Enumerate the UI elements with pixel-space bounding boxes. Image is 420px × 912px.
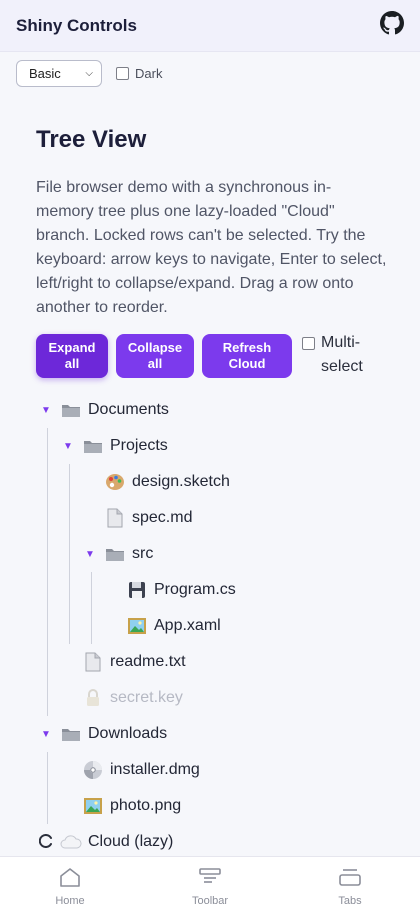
chevron-down-icon[interactable]: ▼ — [60, 441, 76, 452]
tree-row-label: installer.dmg — [110, 761, 200, 778]
tree-row-label: Cloud (lazy) — [88, 833, 174, 850]
github-icon[interactable] — [380, 11, 404, 40]
loading-spinner-icon — [38, 833, 54, 851]
bottom-tab-bar: Home Toolbar Tabs — [0, 856, 420, 912]
tabs-icon — [339, 867, 361, 892]
theme-controls: Basic ⌵ Dark — [16, 60, 162, 87]
app-header: Shiny Controls — [0, 0, 420, 52]
theme-select[interactable]: Basic ⌵ — [16, 60, 102, 87]
folder-icon — [104, 544, 126, 564]
folder-icon — [82, 436, 104, 456]
chevron-down-icon: ⌵ — [85, 68, 93, 79]
cloud-icon — [60, 832, 82, 852]
tree-row[interactable]: App.xaml — [104, 608, 221, 644]
lock-icon — [82, 688, 104, 708]
chevron-down-icon[interactable]: ▼ — [38, 405, 54, 416]
tree-guide-line — [69, 464, 70, 644]
page-title: Tree View — [36, 126, 147, 153]
disc-icon — [82, 760, 104, 780]
palette-icon — [104, 472, 126, 492]
tree-guide-line — [47, 752, 48, 824]
tab-toolbar-label: Toolbar — [191, 895, 229, 907]
tree-row[interactable]: design.sketch — [82, 464, 230, 500]
tree-row-label: App.xaml — [154, 617, 221, 634]
tree-row-label: Downloads — [88, 725, 168, 742]
tree-actions: Expand all Collapse all Refresh Cloud Mu… — [36, 334, 381, 379]
chevron-down-icon[interactable]: ▼ — [82, 549, 98, 560]
document-icon — [104, 508, 126, 528]
home-icon — [59, 867, 81, 892]
expand-all-button[interactable]: Expand all — [36, 334, 108, 378]
tab-home[interactable]: Home — [20, 857, 120, 912]
tree-row-label: Program.cs — [154, 581, 236, 598]
tree-row[interactable]: installer.dmg — [60, 752, 200, 788]
tab-home-label: Home — [55, 895, 85, 907]
tree-row[interactable]: photo.png — [60, 788, 181, 824]
picture-icon — [126, 616, 148, 636]
tree-row[interactable]: ▼ Documents — [38, 392, 169, 428]
tree-row-label: secret.key — [110, 689, 183, 706]
tree-row[interactable]: readme.txt — [60, 644, 186, 680]
dark-checkbox-label: Dark — [135, 66, 163, 81]
tree-row[interactable]: Cloud (lazy) — [38, 824, 173, 860]
folder-icon — [60, 400, 82, 420]
refresh-cloud-button[interactable]: Refresh Cloud — [202, 334, 292, 378]
dark-checkbox[interactable]: Dark — [116, 66, 162, 81]
floppy-disk-icon — [126, 580, 148, 600]
tree-row[interactable]: ▼ src — [82, 536, 153, 572]
toolbar-icon — [199, 867, 221, 892]
chevron-down-icon[interactable]: ▼ — [38, 729, 54, 740]
collapse-all-button[interactable]: Collapse all — [116, 334, 194, 378]
tree-row-label: Documents — [88, 401, 169, 418]
multi-select-label: Multi-select — [321, 334, 363, 375]
tree-row-label: photo.png — [110, 797, 182, 814]
multi-select-checkbox[interactable]: Multi-select — [302, 331, 381, 379]
tree-row-label: readme.txt — [110, 653, 186, 670]
picture-icon — [82, 796, 104, 816]
tab-tabs-label: Tabs — [338, 895, 362, 907]
tree-guide-line — [91, 572, 92, 644]
tree-row[interactable]: ▼ Downloads — [38, 716, 167, 752]
tree-row[interactable]: Program.cs — [104, 572, 236, 608]
page-description: File browser demo with a synchronous in-… — [36, 179, 387, 316]
tree-row[interactable]: ▼ Projects — [60, 428, 168, 464]
tab-tabs[interactable]: Tabs — [300, 857, 400, 912]
tree-row-label: Projects — [110, 437, 168, 454]
folder-icon — [60, 724, 82, 744]
tree-row-label: src — [132, 545, 154, 562]
tree-row-locked: secret.key — [60, 680, 183, 716]
multi-select-checkbox-box[interactable] — [302, 337, 315, 350]
tree-row[interactable]: spec.md — [82, 500, 192, 536]
theme-select-value: Basic — [29, 66, 61, 81]
tree-row-label: design.sketch — [132, 473, 230, 490]
dark-checkbox-box[interactable] — [116, 67, 129, 80]
app-title: Shiny Controls — [16, 15, 137, 35]
tab-toolbar[interactable]: Toolbar — [160, 857, 260, 912]
tree-row-label: spec.md — [132, 509, 193, 526]
document-icon — [82, 652, 104, 672]
tree-guide-line — [47, 428, 48, 716]
